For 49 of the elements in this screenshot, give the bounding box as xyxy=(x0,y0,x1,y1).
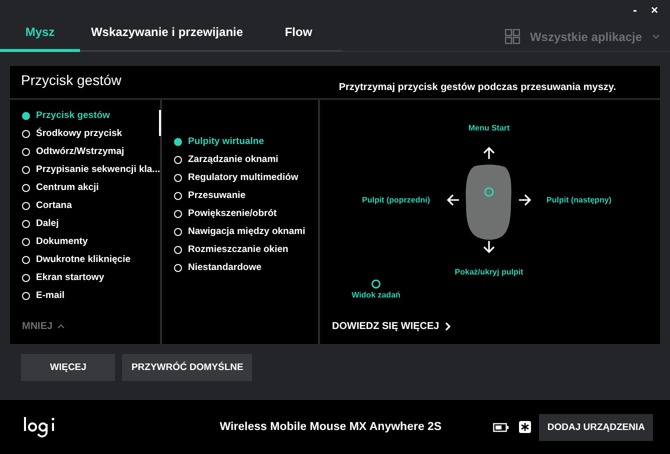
add-devices-button[interactable]: DODAJ URZĄDZENIA xyxy=(539,414,653,440)
circle-icon xyxy=(371,279,381,289)
action-option[interactable]: Dwukrotne kliknięcie xyxy=(22,254,160,266)
collapse-button[interactable]: MNIEJ xyxy=(22,321,65,332)
gesture-option[interactable]: Rozmieszczanie okien xyxy=(174,244,318,256)
learn-more-link[interactable]: DOWIEDZ SIĘ WIĘCEJ xyxy=(332,321,452,332)
action-option[interactable]: Dokumenty xyxy=(22,236,160,248)
tab[interactable]: Wskazywanie i przewijanie xyxy=(80,18,254,52)
gesture-option[interactable]: Powiększenie/obrót xyxy=(174,208,318,220)
action-button[interactable]: WIĘCEJ xyxy=(21,354,116,381)
tab[interactable]: Flow xyxy=(254,18,343,52)
grid-icon[interactable] xyxy=(504,29,520,44)
panel-title: Przycisk gestów xyxy=(21,72,122,90)
action-option[interactable]: Przycisk gestów xyxy=(22,110,160,122)
tab[interactable]: Mysz xyxy=(0,18,80,52)
gesture-option[interactable]: Zarządzanie oknami xyxy=(174,154,318,166)
gesture-option[interactable]: Niestandardowe xyxy=(174,262,318,274)
action-option[interactable]: Przypisanie sekwencji kla... xyxy=(22,164,160,176)
close-button[interactable]: × xyxy=(650,2,658,18)
device-name: Wireless Mobile Mouse MX Anywhere 2S xyxy=(218,421,443,433)
chevron-down-icon[interactable] xyxy=(652,34,660,39)
chevron-right-icon xyxy=(445,322,452,331)
scrollbar-thumb[interactable] xyxy=(159,110,161,136)
action-option[interactable]: Ekran startowy xyxy=(22,272,160,284)
action-option[interactable]: Dalej xyxy=(22,218,160,230)
gesture-option[interactable]: Przesuwanie xyxy=(174,190,318,202)
instruction-text: Przytrzymaj przycisk gestów podczas przesuwania myszy. xyxy=(338,82,616,95)
gesture-label: Menu Start xyxy=(468,124,510,132)
minimize-button[interactable]: - xyxy=(632,2,637,18)
battery-icon xyxy=(493,422,510,432)
gesture-option[interactable]: Pulpity wirtualne xyxy=(174,136,318,148)
gesture-label: Pulpit (następny) xyxy=(546,196,612,204)
arrow-icon xyxy=(482,240,496,254)
chevron-up-icon xyxy=(56,324,65,329)
gesture-label: Pulpit (poprzedni) xyxy=(362,196,430,204)
gesture-option[interactable]: Regulatory multimediów xyxy=(174,172,318,184)
action-option[interactable]: Centrum akcji xyxy=(22,182,160,194)
action-option[interactable]: Środkowy przycisk xyxy=(22,128,160,140)
gesture-label: Pokaż/ukryj pulpit xyxy=(454,268,524,276)
arrow-icon xyxy=(482,146,496,160)
gesture-label: Widok zadań xyxy=(352,290,400,300)
action-option[interactable]: Odtwórz/Wstrzymaj xyxy=(22,146,160,158)
receiver-icon xyxy=(519,421,532,433)
arrow-icon xyxy=(518,193,532,207)
action-option[interactable]: Cortana xyxy=(22,200,160,212)
action-button[interactable]: PRZYWRÓĆ DOMYŚLNE xyxy=(122,354,252,381)
action-option[interactable]: E-mail xyxy=(22,290,160,302)
gesture-option[interactable]: Nawigacja między oknami xyxy=(174,226,318,238)
arrow-icon xyxy=(446,193,460,207)
